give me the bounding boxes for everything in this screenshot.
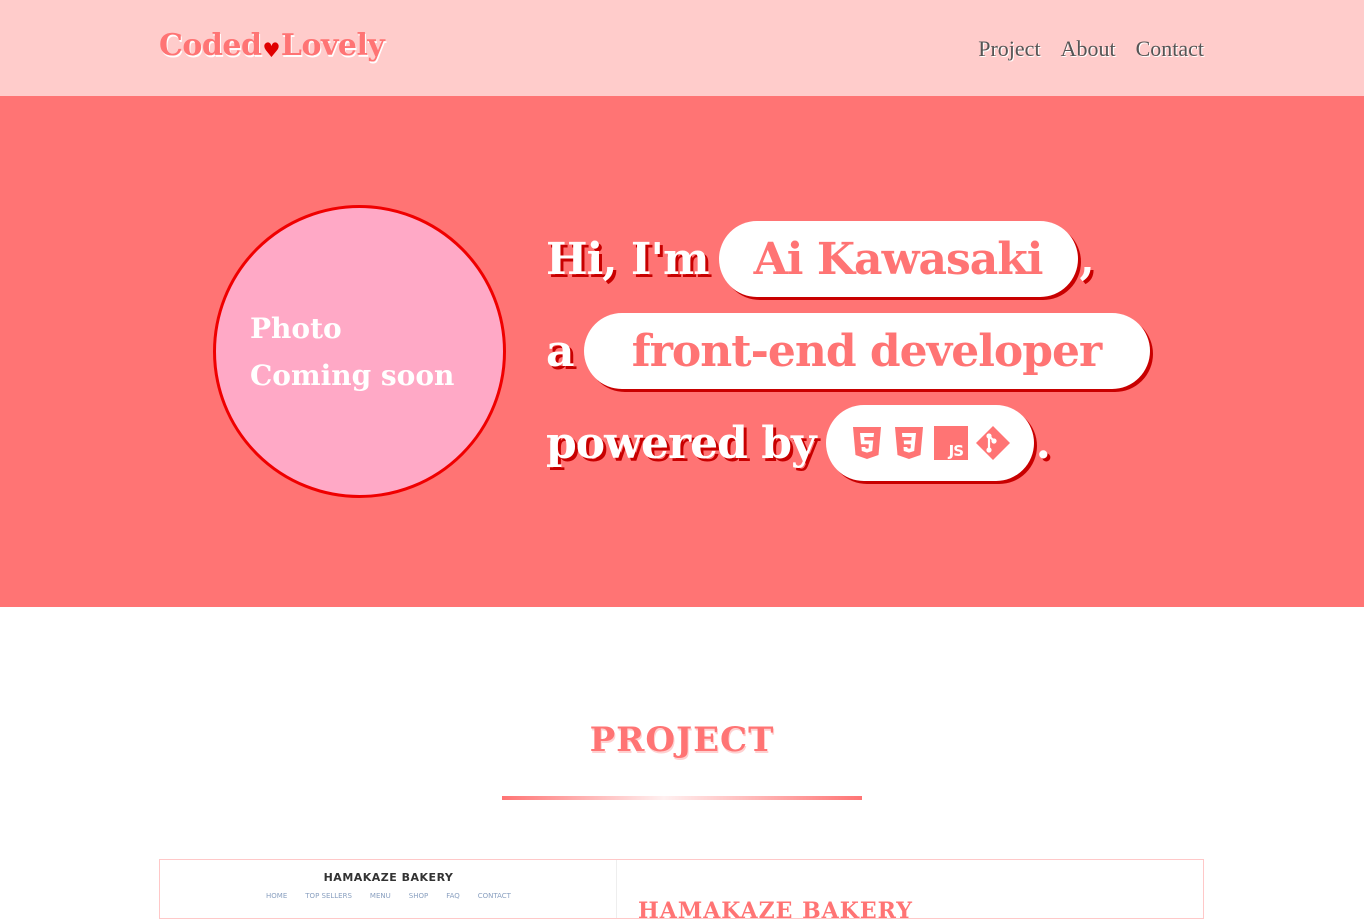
main-nav: Project About Contact [978,36,1204,62]
powered-by-text: powered by [546,417,817,469]
nav-link-contact[interactable]: Contact [1136,36,1204,62]
site-header: Coded♥Lovely Project About Contact [0,0,1364,96]
preview-site-title: HAMAKAZE BAKERY [323,871,454,884]
role-pill: front-end developer [583,313,1150,389]
project-title[interactable]: HAMAKAZE BAKERY [638,898,913,924]
section-divider [502,796,862,800]
heart-icon: ♥ [262,38,280,62]
preview-nav-item: TOP SELLERS [305,892,352,900]
intro-line-role: a front-end developer [546,313,1150,389]
project-section-title: PROJECT [589,720,775,760]
javascript-icon: JS [933,426,968,460]
project-card[interactable]: HAMAKAZE BAKERY HOME TOP SELLERS MENU SH… [159,859,1204,924]
logo-text-coded: Coded [159,28,262,63]
preview-nav-item: HOME [266,892,288,900]
greeting-text: Hi, I'm [546,233,710,285]
js-icon-text: JS [947,442,963,460]
logo-text-lovely: Lovely [280,28,385,63]
git-icon [975,426,1010,460]
photo-text-line1: Photo [250,312,342,345]
profile-photo-placeholder: Photo Coming soon [213,205,506,498]
greeting-comma: , [1079,233,1095,285]
preview-nav-item: FAQ [446,892,460,900]
html5-icon [852,427,881,459]
hero-section: Photo Coming soon Hi, I'm Ai Kawasaki , … [0,96,1364,607]
intro-line-greeting: Hi, I'm Ai Kawasaki , [546,221,1095,297]
project-preview-image[interactable]: HAMAKAZE BAKERY HOME TOP SELLERS MENU SH… [160,860,617,918]
preview-site-nav: HOME TOP SELLERS MENU SHOP FAQ CONTACT [160,892,617,900]
preview-nav-item: SHOP [408,892,429,900]
nav-link-about[interactable]: About [1061,36,1116,62]
photo-placeholder-text: Photo Coming soon [250,305,454,399]
nav-link-project[interactable]: Project [978,36,1040,62]
stack-period: . [1035,417,1051,469]
name-pill: Ai Kawasaki [718,221,1078,297]
role-prefix-text: a [546,325,574,377]
site-logo[interactable]: Coded♥Lovely [159,28,385,63]
preview-nav-item: MENU [369,892,391,900]
tech-stack-pill: JS [825,405,1034,481]
photo-text-line2: Coming soon [250,359,455,392]
css3-icon [894,427,923,459]
intro-line-stack: powered by JS . [546,405,1051,481]
preview-nav-item: CONTACT [477,892,511,900]
